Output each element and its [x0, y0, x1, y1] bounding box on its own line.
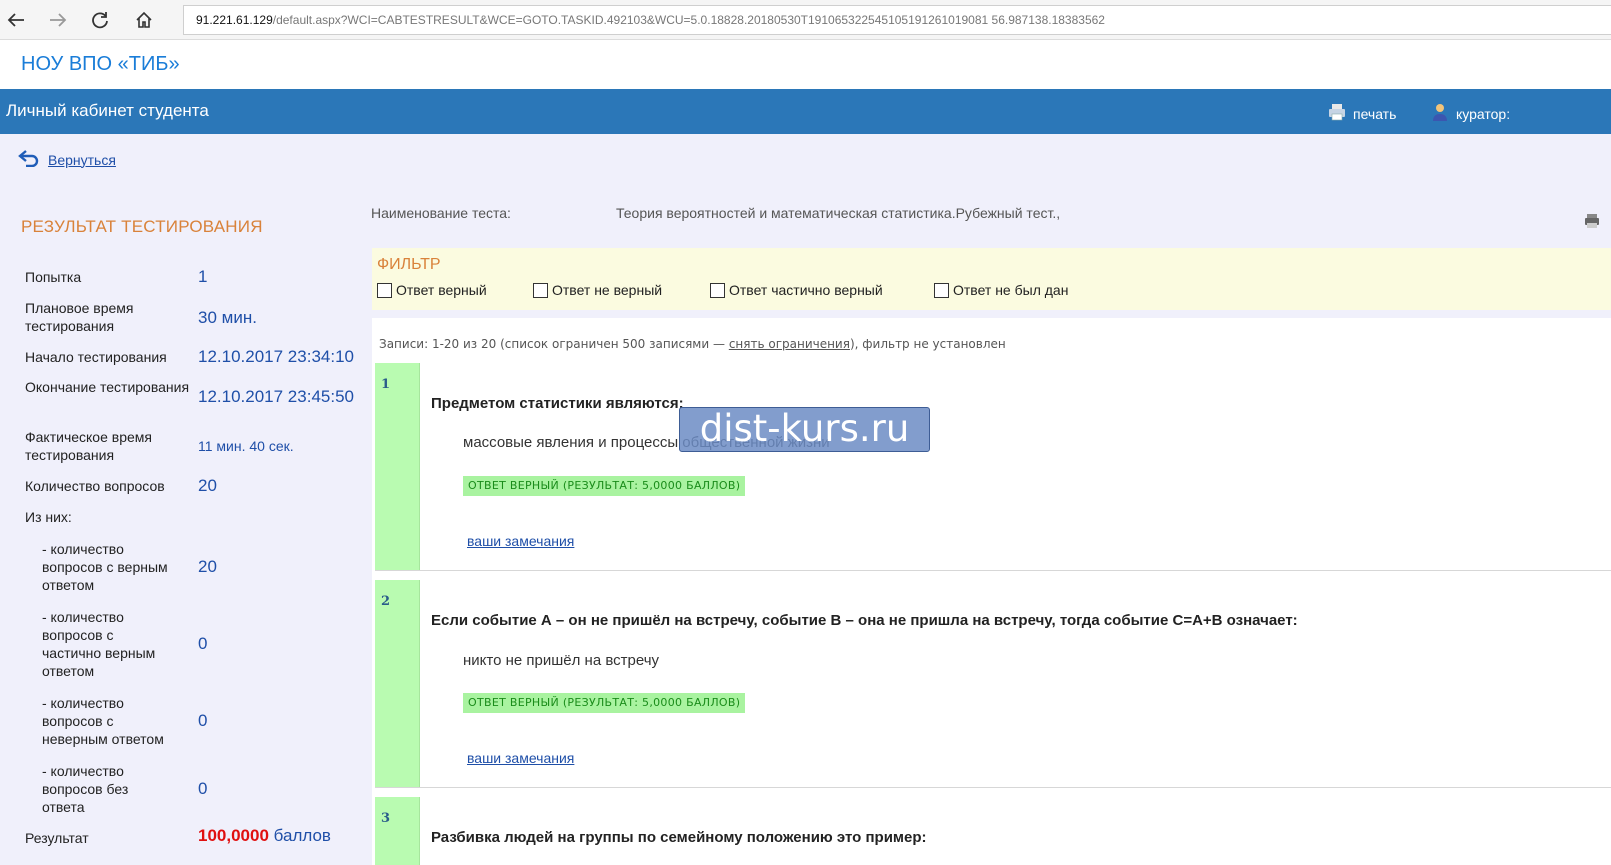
filter-partial[interactable]: Ответ частично верный: [710, 282, 883, 298]
question-item: 2 Если событие А – он не пришёл на встре…: [375, 580, 1611, 788]
site-title: НОУ ВПО «ТИБ»: [21, 53, 180, 75]
records-suffix: ), фильтр не установлен: [849, 337, 1006, 351]
partial-count-label: - количество вопросов с частично верным …: [42, 609, 156, 679]
filter-incorrect-label: Ответ не верный: [552, 282, 663, 298]
no-answer-count-label: - количество вопросов без ответа: [42, 763, 129, 815]
filter-partial-label: Ответ частично верный: [729, 282, 883, 298]
test-name-value: Теория вероятностей и математическая ста…: [616, 205, 1061, 221]
attempt-label: Попытка: [25, 269, 82, 285]
question-item: 1 Предметом статистики являются: массовы…: [375, 363, 1611, 571]
url-path: /default.aspx?WCI=CABTESTRESULT&WCE=GOTO…: [272, 13, 1105, 27]
question-number: 1: [375, 363, 420, 570]
actual-time-label: Фактическое время тестирования: [25, 429, 152, 463]
remove-limit-link[interactable]: снять ограничения: [729, 337, 850, 351]
filter-title: ФИЛЬТР: [377, 256, 441, 273]
back-arrow-icon[interactable]: [2, 6, 30, 34]
planned-time-label: Плановое время тестирования: [25, 300, 134, 334]
no-answer-count-value: 0: [198, 779, 208, 798]
question-number: 3: [375, 797, 420, 865]
question-text: Разбивка людей на группы по семейному по…: [431, 829, 927, 846]
wrong-count-label: - количество вопросов с неверным ответом: [42, 695, 164, 747]
records-prefix: Записи: 1-20 из 20 (список ограничен 500…: [379, 337, 725, 351]
start-value: 12.10.2017 23:34:10: [198, 347, 354, 366]
wrong-count-value: 0: [198, 711, 208, 730]
filter-correct[interactable]: Ответ верный: [377, 282, 487, 298]
question-text: Если событие А – он не пришёл на встречу…: [431, 612, 1298, 629]
partial-count-value: 0: [198, 634, 208, 653]
question-count-label: Количество вопросов: [25, 478, 165, 494]
of-them-label: Из них:: [25, 509, 72, 525]
result-score: 100,0000: [198, 826, 269, 845]
actual-time-value: 11 мин. 40 сек.: [198, 438, 294, 454]
question-number: 2: [375, 580, 420, 787]
small-printer-icon[interactable]: [1583, 212, 1601, 235]
home-icon[interactable]: [130, 6, 158, 34]
printer-icon: [1327, 102, 1347, 125]
question-count-value: 20: [198, 476, 217, 495]
result-value-line: 100,0000 баллов: [198, 826, 331, 846]
result-label: Результат: [25, 830, 89, 846]
result-heading: РЕЗУЛЬТАТ ТЕСТИРОВАНИЯ: [21, 217, 263, 236]
checkbox-icon[interactable]: [533, 282, 548, 298]
user-icon: [1430, 102, 1450, 125]
url-host: 91.221.61.129: [196, 13, 273, 27]
status-badge: ОТВЕТ ВЕРНЫЙ (РЕЗУЛЬТАТ: 5,0000 БАЛЛОВ): [463, 476, 746, 496]
address-bar[interactable]: 91.221.61.129/default.aspx?WCI=CABTESTRE…: [183, 5, 1611, 35]
status-badge: ОТВЕТ ВЕРНЫЙ (РЕЗУЛЬТАТ: 5,0000 БАЛЛОВ): [463, 693, 746, 713]
curator-label: куратор:: [1456, 105, 1511, 122]
end-value: 12.10.2017 23:45:50: [198, 387, 354, 406]
filter-correct-label: Ответ верный: [396, 282, 487, 298]
curator-info: куратор:: [1430, 102, 1510, 125]
print-button[interactable]: печать: [1327, 102, 1396, 125]
filter-panel: ФИЛЬТР Ответ верный Ответ не верный Отве…: [372, 248, 1611, 310]
back-label: Вернуться: [48, 151, 116, 168]
watermark: dist-kurs.ru: [679, 407, 930, 452]
answer-text: никто не пришёл на встречу: [463, 652, 660, 669]
test-name-label: Наименование теста:: [371, 205, 511, 221]
question-item: 3 Разбивка людей на группы по семейному …: [375, 797, 1611, 865]
records-info: Записи: 1-20 из 20 (список ограничен 500…: [379, 337, 1006, 351]
question-text: Предметом статистики являются:: [431, 395, 684, 412]
planned-time-value: 30 мин.: [198, 308, 257, 327]
correct-count-label: - количество вопросов с верным ответом: [42, 541, 168, 593]
filter-no-answer-label: Ответ не был дан: [953, 282, 1069, 298]
header-bar: Личный кабинет студента печать куратор:: [0, 89, 1611, 134]
browser-toolbar: 91.221.61.129/default.aspx?WCI=CABTESTRE…: [0, 0, 1611, 40]
result-unit: баллов: [273, 826, 331, 845]
checkbox-icon[interactable]: [377, 282, 392, 298]
back-link[interactable]: Вернуться: [18, 149, 116, 170]
remarks-link[interactable]: ваши замечания: [467, 750, 574, 766]
checkbox-icon[interactable]: [710, 282, 725, 298]
end-label: Окончание тестирования: [25, 379, 190, 395]
start-label: Начало тестирования: [25, 349, 167, 365]
print-label: печать: [1353, 105, 1397, 122]
remarks-link[interactable]: ваши замечания: [467, 533, 574, 549]
correct-count-value: 20: [198, 557, 217, 576]
return-arrow-icon: [18, 149, 40, 170]
filter-no-answer[interactable]: Ответ не был дан: [934, 282, 1068, 298]
refresh-icon[interactable]: [86, 6, 114, 34]
attempt-value: 1: [198, 267, 208, 286]
checkbox-icon[interactable]: [934, 282, 949, 298]
forward-arrow-icon[interactable]: [44, 6, 72, 34]
filter-incorrect[interactable]: Ответ не верный: [533, 282, 662, 298]
cabinet-title: Личный кабинет студента: [6, 101, 209, 120]
